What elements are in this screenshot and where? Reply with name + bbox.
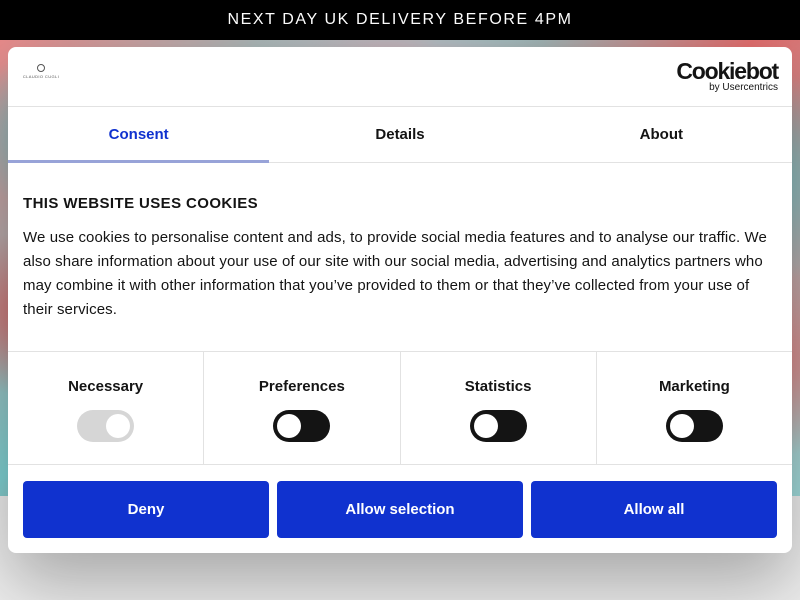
allow-selection-button[interactable]: Allow selection [277, 481, 523, 538]
tab-about[interactable]: About [531, 107, 792, 162]
category-preferences: Preferences [204, 352, 401, 464]
category-label: Statistics [464, 378, 532, 395]
consent-content: THIS WEBSITE USES COOKIES We use cookies… [23, 195, 777, 322]
consent-body: We use cookies to personalise content an… [23, 229, 767, 318]
dialog-header: CLAUDIO CUGLI Cookiebot by Usercentrics [8, 47, 792, 107]
cookie-consent-dialog: CLAUDIO CUGLI Cookiebot by Usercentrics … [8, 47, 792, 553]
category-marketing: Marketing [597, 352, 792, 464]
necessary-toggle [77, 410, 135, 442]
allow-all-button[interactable]: Allow all [531, 481, 777, 538]
cookiebot-logo-byline: by Usercentrics [709, 82, 778, 93]
category-label: Preferences [258, 378, 345, 395]
brand-logo: CLAUDIO CUGLI [22, 64, 60, 82]
category-label: Marketing [658, 378, 730, 395]
toggle-knob [277, 414, 302, 438]
brand-logo-mark [37, 64, 45, 72]
category-label: Necessary [68, 378, 144, 395]
brand-logo-text: CLAUDIO CUGLI [22, 74, 60, 79]
consent-buttons: Deny Allow selection Allow all [23, 481, 777, 538]
consent-heading: THIS WEBSITE USES COOKIES [23, 195, 259, 212]
toggle-knob [106, 414, 131, 438]
toggle-knob [473, 414, 498, 438]
marketing-toggle[interactable] [665, 410, 723, 442]
cookiebot-logo-name: Cookiebot [676, 58, 779, 84]
announcement-text: NEXT DAY UK DELIVERY BEFORE 4PM [227, 11, 573, 28]
tab-consent[interactable]: Consent [8, 107, 270, 163]
preferences-toggle[interactable] [273, 410, 331, 442]
deny-button[interactable]: Deny [23, 481, 269, 538]
consent-categories: Necessary Preferences Statistics Marketi… [8, 351, 792, 465]
cookiebot-logo[interactable]: Cookiebot by Usercentrics [674, 58, 779, 93]
category-statistics: Statistics [401, 352, 597, 464]
category-necessary: Necessary [8, 352, 205, 464]
dialog-tabs: Consent Details About [8, 107, 792, 163]
tab-details[interactable]: Details [269, 107, 530, 162]
statistics-toggle[interactable] [469, 410, 527, 442]
announcement-bar: NEXT DAY UK DELIVERY BEFORE 4PM [0, 0, 800, 40]
toggle-knob [669, 414, 694, 438]
